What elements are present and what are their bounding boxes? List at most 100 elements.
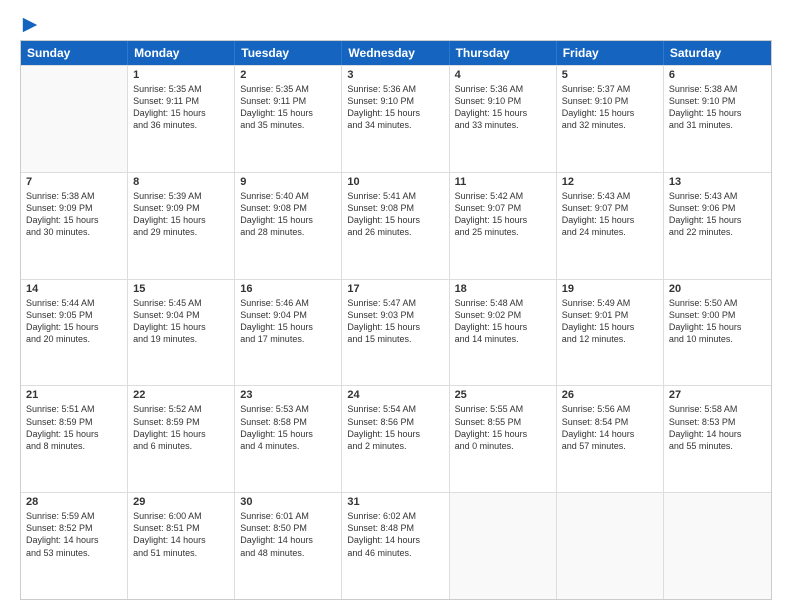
cell-info-line: Sunset: 8:51 PM: [133, 522, 229, 534]
cell-info-line: Sunset: 9:04 PM: [240, 309, 336, 321]
calendar-empty-cell: [664, 493, 771, 599]
cell-info-line: Sunrise: 5:38 AM: [669, 83, 766, 95]
day-number: 31: [347, 496, 443, 508]
day-number: 9: [240, 176, 336, 188]
cell-info-line: Sunrise: 6:00 AM: [133, 510, 229, 522]
day-number: 21: [26, 389, 122, 401]
calendar-day-29: 29Sunrise: 6:00 AMSunset: 8:51 PMDayligh…: [128, 493, 235, 599]
header-day-thursday: Thursday: [450, 41, 557, 65]
cell-info-line: Sunrise: 5:56 AM: [562, 403, 658, 415]
cell-info-line: and 10 minutes.: [669, 333, 766, 345]
day-number: 5: [562, 69, 658, 81]
cell-info-line: Daylight: 15 hours: [562, 321, 658, 333]
cell-info-line: Daylight: 15 hours: [562, 107, 658, 119]
cell-info-line: Sunset: 8:53 PM: [669, 416, 766, 428]
day-number: 26: [562, 389, 658, 401]
cell-info-line: Sunset: 8:59 PM: [26, 416, 122, 428]
day-number: 18: [455, 283, 551, 295]
cell-info-line: Sunset: 8:59 PM: [133, 416, 229, 428]
cell-info-line: Daylight: 14 hours: [347, 534, 443, 546]
cell-info-line: Sunset: 9:00 PM: [669, 309, 766, 321]
day-number: 11: [455, 176, 551, 188]
calendar-day-5: 5 Sunrise: 5:37 AMSunset: 9:10 PMDaylight…: [557, 66, 664, 172]
cell-info-line: Daylight: 15 hours: [669, 107, 766, 119]
cell-info-line: Daylight: 15 hours: [240, 214, 336, 226]
cell-info-line: Sunset: 8:54 PM: [562, 416, 658, 428]
day-number: 3: [347, 69, 443, 81]
cell-info-line: Sunrise: 5:59 AM: [26, 510, 122, 522]
cell-info-line: Sunset: 9:11 PM: [133, 95, 229, 107]
cell-info-line: Daylight: 14 hours: [562, 428, 658, 440]
cell-info-line: Daylight: 15 hours: [347, 214, 443, 226]
cell-info-line: Sunrise: 5:40 AM: [240, 190, 336, 202]
cell-info-line: Sunset: 8:52 PM: [26, 522, 122, 534]
cell-info-line: and 46 minutes.: [347, 547, 443, 559]
calendar-day-2: 2Sunrise: 5:35 AMSunset: 9:11 PMDaylight…: [235, 66, 342, 172]
cell-info-line: and 24 minutes.: [562, 226, 658, 238]
cell-info-line: and 25 minutes.: [455, 226, 551, 238]
cell-info-line: Sunset: 9:10 PM: [562, 95, 658, 107]
cell-info-line: Sunrise: 5:47 AM: [347, 297, 443, 309]
cell-info-line: Sunrise: 5:35 AM: [133, 83, 229, 95]
cell-info-line: and 2 minutes.: [347, 440, 443, 452]
calendar-day-10: 10Sunrise: 5:41 AMSunset: 9:08 PMDayligh…: [342, 173, 449, 279]
calendar-day-1: 1Sunrise: 5:35 AMSunset: 9:11 PMDaylight…: [128, 66, 235, 172]
calendar-empty-cell: [557, 493, 664, 599]
day-number: 8: [133, 176, 229, 188]
calendar-day-6: 6Sunrise: 5:38 AMSunset: 9:10 PMDaylight…: [664, 66, 771, 172]
cell-info-line: Sunset: 9:04 PM: [133, 309, 229, 321]
cell-info-line: Daylight: 15 hours: [669, 214, 766, 226]
cell-info-line: Sunset: 9:09 PM: [26, 202, 122, 214]
cell-info-line: Daylight: 15 hours: [347, 107, 443, 119]
calendar-day-24: 24Sunrise: 5:54 AMSunset: 8:56 PMDayligh…: [342, 386, 449, 492]
cell-info-line: Daylight: 15 hours: [455, 428, 551, 440]
day-number: 22: [133, 389, 229, 401]
cell-info-line: Daylight: 14 hours: [669, 428, 766, 440]
cell-info-line: and 20 minutes.: [26, 333, 122, 345]
cell-info-line: Daylight: 14 hours: [26, 534, 122, 546]
cell-info-line: and 17 minutes.: [240, 333, 336, 345]
day-number: 15: [133, 283, 229, 295]
cell-info-line: and 55 minutes.: [669, 440, 766, 452]
cell-info-line: Daylight: 15 hours: [347, 321, 443, 333]
calendar-day-19: 19Sunrise: 5:49 AMSunset: 9:01 PMDayligh…: [557, 280, 664, 386]
cell-info-line: Daylight: 15 hours: [26, 321, 122, 333]
cell-info-line: Sunrise: 5:42 AM: [455, 190, 551, 202]
calendar-day-9: 9Sunrise: 5:40 AMSunset: 9:08 PMDaylight…: [235, 173, 342, 279]
cell-info-line: Sunrise: 5:37 AM: [562, 83, 658, 95]
cell-info-line: and 12 minutes.: [562, 333, 658, 345]
cell-info-line: Sunrise: 5:43 AM: [562, 190, 658, 202]
day-number: 12: [562, 176, 658, 188]
day-number: 19: [562, 283, 658, 295]
calendar-day-18: 18Sunrise: 5:48 AMSunset: 9:02 PMDayligh…: [450, 280, 557, 386]
day-number: 23: [240, 389, 336, 401]
cell-info-line: Daylight: 15 hours: [455, 214, 551, 226]
day-number: 13: [669, 176, 766, 188]
cell-info-line: and 30 minutes.: [26, 226, 122, 238]
calendar-day-23: 23Sunrise: 5:53 AMSunset: 8:58 PMDayligh…: [235, 386, 342, 492]
calendar-day-15: 15Sunrise: 5:45 AMSunset: 9:04 PMDayligh…: [128, 280, 235, 386]
header-day-saturday: Saturday: [664, 41, 771, 65]
cell-info-line: and 4 minutes.: [240, 440, 336, 452]
cell-info-line: Sunrise: 5:44 AM: [26, 297, 122, 309]
day-number: 29: [133, 496, 229, 508]
day-number: 28: [26, 496, 122, 508]
cell-info-line: and 32 minutes.: [562, 119, 658, 131]
day-number: 6: [669, 69, 766, 81]
calendar-empty-cell: [21, 66, 128, 172]
day-number: 2: [240, 69, 336, 81]
cell-info-line: Sunrise: 5:54 AM: [347, 403, 443, 415]
cell-info-line: Sunset: 8:56 PM: [347, 416, 443, 428]
day-number: 27: [669, 389, 766, 401]
header-day-monday: Monday: [128, 41, 235, 65]
cell-info-line: and 26 minutes.: [347, 226, 443, 238]
cell-info-line: and 29 minutes.: [133, 226, 229, 238]
cell-info-line: and 22 minutes.: [669, 226, 766, 238]
cell-info-line: Sunrise: 5:52 AM: [133, 403, 229, 415]
calendar-day-31: 31Sunrise: 6:02 AMSunset: 8:48 PMDayligh…: [342, 493, 449, 599]
calendar-day-11: 11Sunrise: 5:42 AMSunset: 9:07 PMDayligh…: [450, 173, 557, 279]
day-number: 20: [669, 283, 766, 295]
cell-info-line: Sunrise: 5:58 AM: [669, 403, 766, 415]
calendar-week-5: 28Sunrise: 5:59 AMSunset: 8:52 PMDayligh…: [21, 492, 771, 599]
cell-info-line: Sunset: 9:11 PM: [240, 95, 336, 107]
